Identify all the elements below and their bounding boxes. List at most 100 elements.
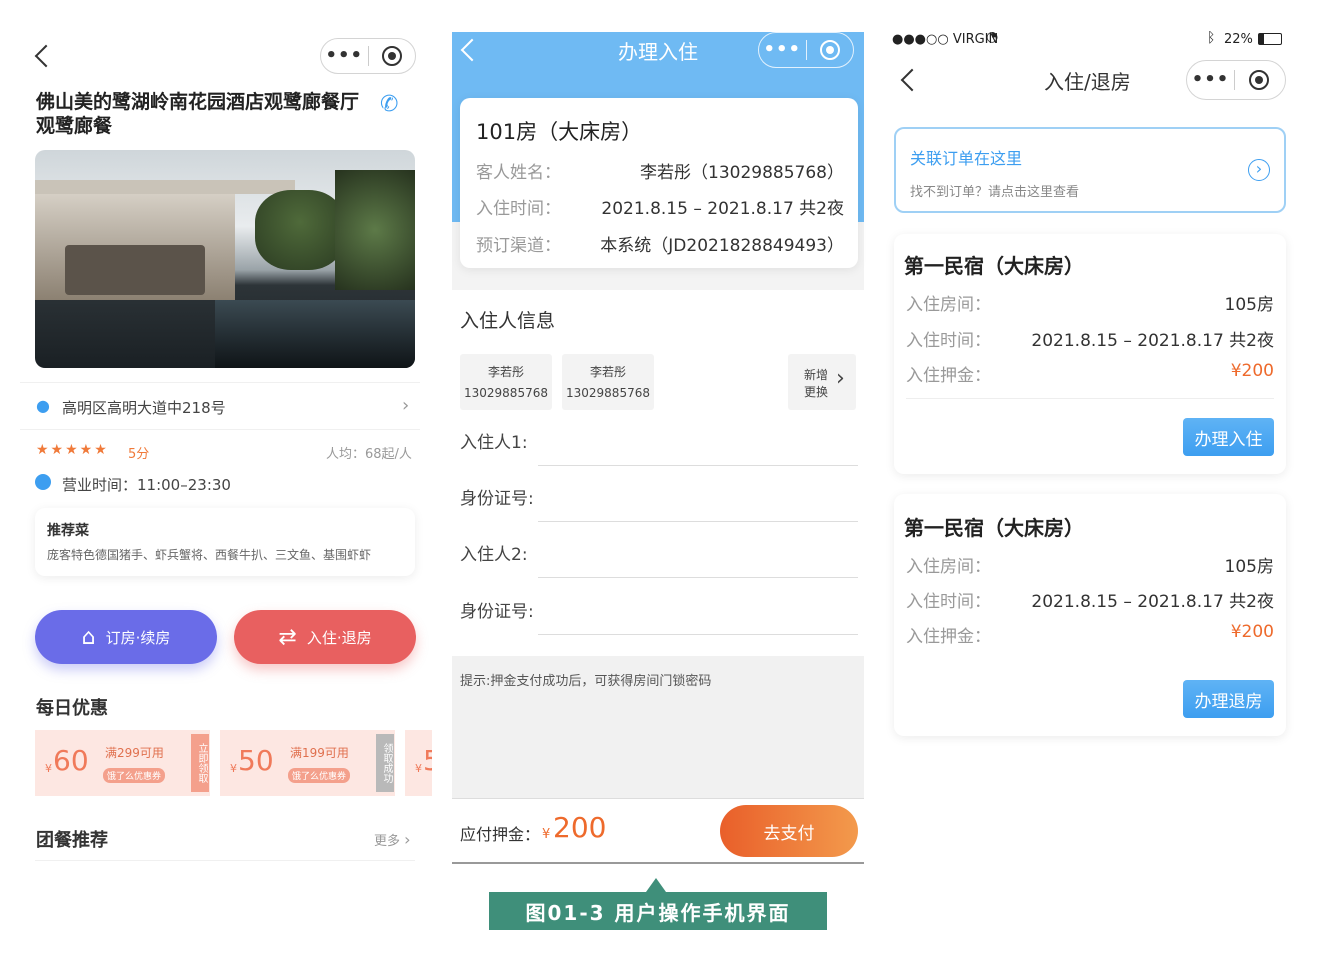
channel-label: 预订渠道： [476, 236, 561, 256]
coupon-card[interactable]: ¥ 60 满299可用 饿了么优惠券 立即领取 [35, 730, 210, 796]
caption-text: 图01-3 用户操作手机界面 [525, 900, 791, 925]
id2-label: 身份证号: [460, 602, 534, 622]
coupon-list: ¥ 60 满299可用 饿了么优惠券 立即领取 ¥ 50 满199可用 饿了么优… [35, 730, 432, 796]
more-icon[interactable]: ••• [321, 38, 368, 74]
arrow-circle-icon: › [1248, 159, 1270, 181]
address-text: 高明区高明大道中218号 [62, 399, 226, 417]
caption-banner: 图01-3 用户操作手机界面 [489, 892, 827, 930]
coupon-action[interactable]: 立即领取 [191, 734, 209, 792]
close-mini-icon[interactable] [1235, 70, 1282, 90]
hint-text: 提示:押金支付成功后，可获得房间门锁密码 [460, 674, 712, 689]
book-room-button[interactable]: ⌂ 订房·续房 [35, 610, 217, 664]
payment-bar: 应付押金： ¥ 200 去支付 [452, 798, 864, 864]
caption-pointer [646, 878, 666, 892]
guest2-label: 入住人2: [460, 545, 528, 565]
guest-chip-phone: 13029885768 [566, 386, 650, 400]
back-icon[interactable] [34, 44, 58, 68]
back-icon[interactable] [900, 68, 924, 92]
restaurant-name: 佛山美的鹭湖岭南花园酒店观鹭廊餐厅观鹭廊餐 [36, 91, 360, 137]
recommend-title: 推荐菜 [47, 523, 89, 539]
deposit-value: ¥200 [1230, 361, 1274, 381]
more-link[interactable]: 更多 › [374, 830, 411, 849]
capsule-menu[interactable]: ••• [1186, 60, 1286, 100]
coupon-card[interactable]: ¥ 5 [405, 730, 432, 796]
coupon-action[interactable]: 领取成功 [376, 734, 394, 792]
deposit-amount: 200 [553, 811, 607, 844]
phone-icon[interactable]: ✆ [380, 92, 398, 117]
guest-label: 客人姓名： [476, 163, 561, 183]
pay-button[interactable]: 去支付 [720, 805, 858, 857]
deposit-label: 应付押金： [460, 825, 541, 844]
linked-order-card[interactable]: 关联订单在这里 找不到订单？请点击这里查看 › [894, 127, 1286, 213]
hotel-photo [35, 150, 415, 368]
chevron-right-icon: › [402, 395, 410, 416]
time-label: 入住时间： [906, 331, 991, 351]
add-change-button[interactable]: 新增 更换 › [788, 354, 856, 410]
guest-chip-phone: 13029885768 [464, 386, 548, 400]
right-screen: ●●●○○ VIRGIN ◔ ᛒ 22% 入住/退房 ••• 关联订单在这里 找… [884, 24, 1296, 754]
deposit-label: 入住押金： [906, 366, 991, 386]
guest1-label: 入住人1: [460, 433, 528, 453]
daily-deals-title: 每日优惠 [36, 698, 108, 719]
change-label: 更换 [804, 385, 829, 399]
coupon-currency: ¥ [45, 762, 52, 775]
capsule-menu[interactable]: ••• [320, 38, 416, 74]
room-value: 105房 [1224, 557, 1274, 577]
capsule-menu[interactable]: ••• [758, 32, 854, 68]
check-out-button[interactable]: 办理退房 [1183, 680, 1274, 718]
checkin-checkout-button[interactable]: ⇄ 入住·退房 [234, 610, 416, 664]
room-title: 101房（大床房） [476, 120, 643, 144]
channel-value: 本系统（JD2021828849493） [600, 236, 844, 256]
guest-chip-name: 李若彤 [589, 365, 626, 379]
deposit-currency: ¥ [542, 827, 551, 842]
coupon-card[interactable]: ¥ 50 满199可用 饿了么优惠券 领取成功 [220, 730, 395, 796]
book-room-label: 订房·续房 [105, 628, 171, 647]
guest1-input[interactable] [538, 426, 858, 466]
more-label: 更多 [374, 834, 401, 849]
middle-screen: 办理入住 ••• 101房（大床房） 客人姓名： 李若彤（13029885768… [452, 32, 864, 864]
status-carrier: ●●●○○ VIRGIN [892, 32, 999, 47]
room-value: 105房 [1224, 295, 1274, 315]
recommend-dishes: 庞客特色德国猪手、虾兵蟹将、西餐牛扒、三文鱼、基围虾虾 [47, 548, 372, 562]
coupon-amount: 50 [238, 744, 274, 777]
hint-area: 提示:押金支付成功后，可获得房间门锁密码 [452, 656, 864, 798]
room-label: 入住房间： [906, 557, 991, 577]
location-icon: ● [36, 396, 50, 415]
house-swap-icon: ⇄ [278, 624, 297, 650]
guest2-input[interactable] [538, 538, 858, 578]
more-icon[interactable]: ••• [1187, 62, 1234, 98]
close-mini-icon[interactable] [806, 40, 853, 60]
address-row[interactable]: ● 高明区高明大道中218号 › [20, 382, 420, 430]
battery-percent: 22% [1224, 32, 1253, 47]
booking-card: 第一民宿（大床房） 入住房间： 105房 入住时间： 2021.8.15 – 2… [894, 494, 1286, 736]
chevron-right-icon: › [836, 366, 845, 391]
booking-title: 第一民宿（大床房） [904, 254, 1084, 278]
more-icon[interactable]: ••• [759, 32, 806, 68]
coupon-condition: 满199可用 [290, 746, 349, 760]
section-title: 入住人信息 [460, 310, 556, 332]
booking-card: 第一民宿（大床房） 入住房间： 105房 入住时间： 2021.8.15 – 2… [894, 234, 1286, 474]
time-label: 入住时间： [906, 592, 991, 612]
check-in-label: 办理入住 [1194, 429, 1263, 450]
id1-label: 身份证号: [460, 489, 534, 509]
time-value: 2021.8.15 – 2021.8.17 共2夜 [1031, 331, 1274, 351]
id1-input[interactable] [538, 482, 858, 522]
time-value: 2021.8.15 – 2021.8.17 共2夜 [601, 199, 844, 219]
check-out-label: 办理退房 [1194, 691, 1263, 712]
time-label: 入住时间： [476, 199, 561, 219]
booking-title: 第一民宿（大床房） [904, 516, 1084, 540]
coupon-condition: 满299可用 [105, 746, 164, 760]
nav-title: 入住/退房 [1044, 70, 1131, 94]
guest-chip[interactable]: 李若彤 13029885768 [460, 354, 552, 410]
check-in-button[interactable]: 办理入住 [1183, 418, 1274, 456]
guest-chip[interactable]: 李若彤 13029885768 [562, 354, 654, 410]
linked-order-title: 关联订单在这里 [910, 149, 1023, 168]
bluetooth-icon: ᛒ [1207, 30, 1216, 46]
business-hours: 营业时间：11:00–23:30 [62, 476, 231, 494]
close-mini-icon[interactable] [368, 46, 415, 66]
house-clock-icon: ⌂ [81, 624, 96, 650]
id2-input[interactable] [538, 595, 858, 635]
deposit-value: ¥200 [1230, 622, 1274, 642]
checkin-checkout-label: 入住·退房 [306, 628, 372, 647]
rating-stars: ★★★★★ [36, 442, 109, 458]
